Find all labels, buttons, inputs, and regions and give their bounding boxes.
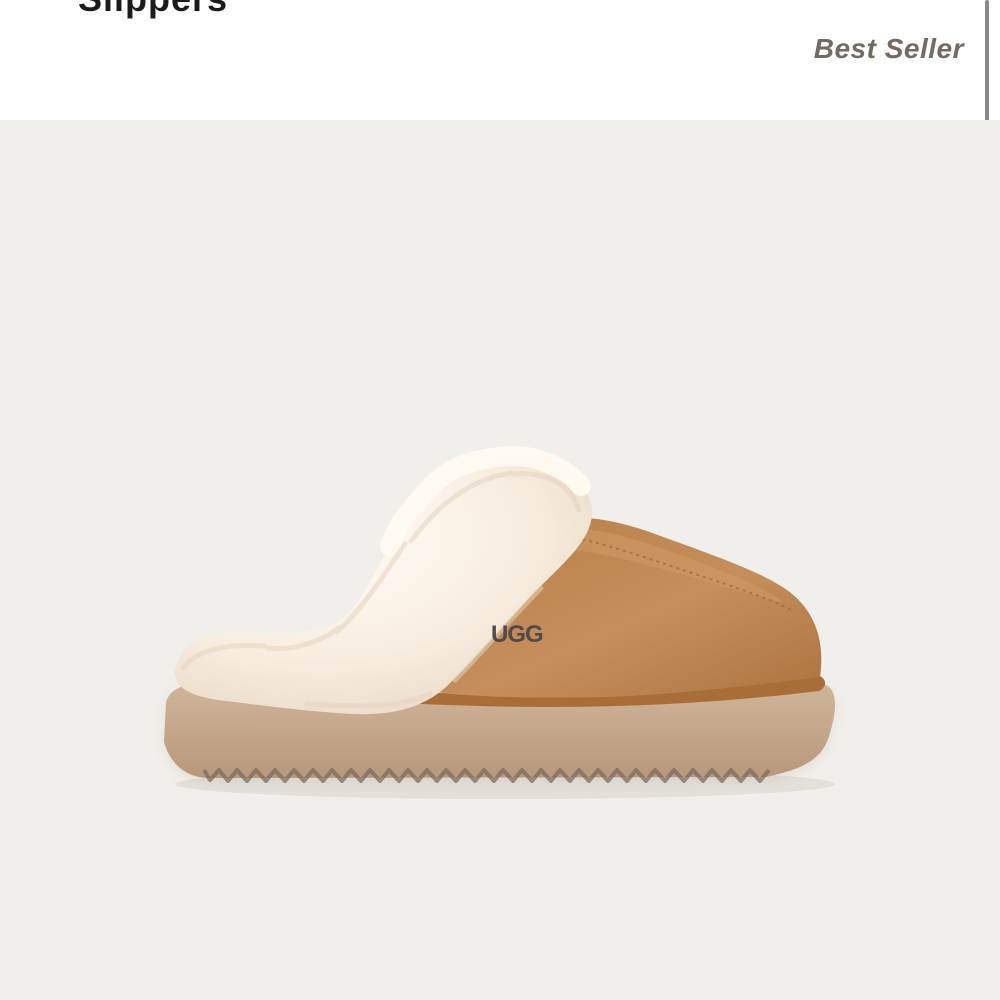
product-title-partial: Slippers bbox=[78, 0, 228, 20]
best-seller-badge: Best Seller bbox=[813, 33, 964, 64]
vertical-scrollbar[interactable] bbox=[985, 0, 989, 124]
product-page: Slippers Best Seller bbox=[0, 0, 1000, 1000]
slipper-illustration: UGG bbox=[0, 120, 1000, 1000]
product-header: Slippers Best Seller bbox=[0, 0, 1000, 124]
ugg-logo: UGG bbox=[491, 621, 543, 648]
product-image[interactable]: UGG bbox=[0, 120, 1000, 1000]
